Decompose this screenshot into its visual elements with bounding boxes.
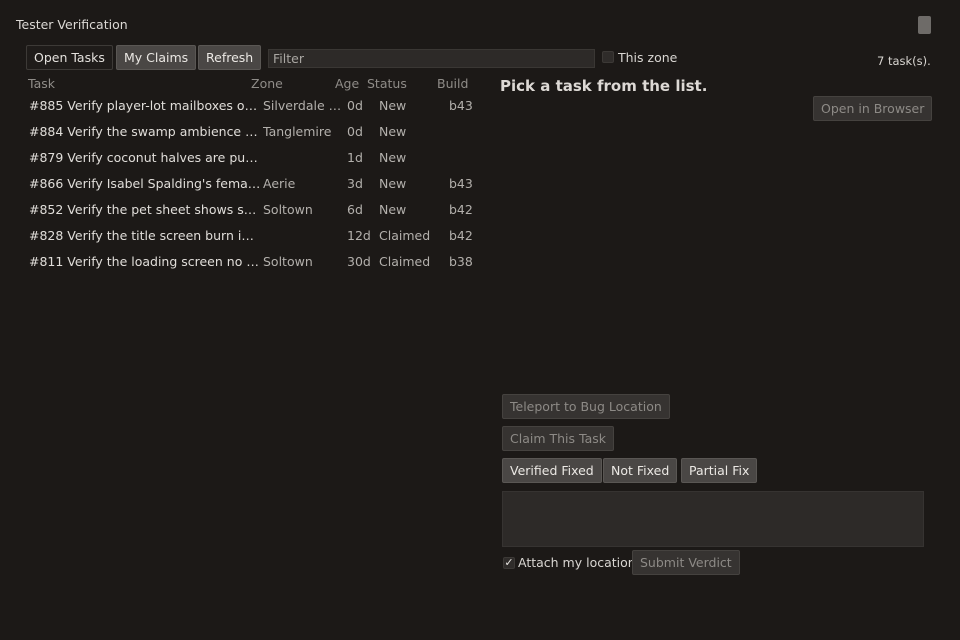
task-build: b42 [449,202,473,217]
attach-location-label: Attach my location [518,555,636,570]
column-header-task[interactable]: Task [28,76,55,91]
task-build: b43 [449,98,473,113]
task-zone: Tanglemire [263,124,332,139]
task-age: 1d [347,150,363,165]
task-age: 6d [347,202,363,217]
task-age: 30d [347,254,371,269]
task-age: 3d [347,176,363,191]
detail-placeholder: Pick a task from the list. [500,77,708,95]
task-build: b43 [449,176,473,191]
table-row[interactable]: #884 Verify the swamp ambience at th... … [24,120,480,146]
task-title: #866 Verify Isabel Spalding's female v..… [29,176,261,191]
task-age: 0d [347,124,363,139]
task-zone: Soltown [263,254,313,269]
column-header-status[interactable]: Status [367,76,407,91]
task-title: #828 Verify the title screen burn intro [29,228,261,243]
table-row[interactable]: #811 Verify the loading screen no long..… [24,250,480,276]
close-icon[interactable] [918,16,931,34]
checkmark-icon: ✓ [504,556,514,569]
table-row[interactable]: #879 Verify coconut halves are put aw...… [24,146,480,172]
table-row[interactable]: #866 Verify Isabel Spalding's female v..… [24,172,480,198]
task-title: #879 Verify coconut halves are put aw... [29,150,261,165]
task-status: New [379,176,407,191]
task-status: Claimed [379,228,431,243]
task-status: New [379,124,407,139]
not-fixed-button[interactable]: Not Fixed [603,458,678,483]
task-age: 12d [347,228,371,243]
task-status: New [379,150,407,165]
column-header-zone[interactable]: Zone [251,76,283,91]
filter-input[interactable] [268,49,595,68]
claim-task-button[interactable]: Claim This Task [502,426,614,451]
verdict-notes-input[interactable] [502,491,924,547]
table-row[interactable]: #852 Verify the pet sheet shows sum... S… [24,198,480,224]
attach-location-checkbox[interactable]: ✓ [503,557,515,569]
task-status: New [379,202,407,217]
task-title: #885 Verify player-lot mailboxes open ..… [29,98,261,113]
column-header-build[interactable]: Build [437,76,468,91]
task-build: b38 [449,254,473,269]
task-count: 7 task(s). [877,54,931,68]
column-header-age[interactable]: Age [335,76,359,91]
task-title: #852 Verify the pet sheet shows sum... [29,202,261,217]
task-status: New [379,98,407,113]
teleport-button[interactable]: Teleport to Bug Location [502,394,670,419]
partial-fix-button[interactable]: Partial Fix [681,458,758,483]
submit-verdict-button[interactable]: Submit Verdict [632,550,740,575]
table-row[interactable]: #885 Verify player-lot mailboxes open ..… [24,94,480,120]
task-title: #884 Verify the swamp ambience at th... [29,124,261,139]
task-title: #811 Verify the loading screen no long..… [29,254,261,269]
this-zone-label: This zone [618,50,678,65]
table-row[interactable]: #828 Verify the title screen burn intro … [24,224,480,250]
window-title: Tester Verification [16,17,128,32]
my-claims-tab[interactable]: My Claims [116,45,197,70]
refresh-button[interactable]: Refresh [198,45,262,70]
task-zone: Silverdale M... [263,98,346,113]
this-zone-checkbox[interactable] [602,51,614,63]
open-in-browser-button[interactable]: Open in Browser [813,96,933,121]
verified-fixed-button[interactable]: Verified Fixed [502,458,602,483]
task-status: Claimed [379,254,431,269]
task-zone: Aerie [263,176,296,191]
task-zone: Soltown [263,202,313,217]
task-age: 0d [347,98,363,113]
open-tasks-tab[interactable]: Open Tasks [26,45,113,70]
task-build: b42 [449,228,473,243]
